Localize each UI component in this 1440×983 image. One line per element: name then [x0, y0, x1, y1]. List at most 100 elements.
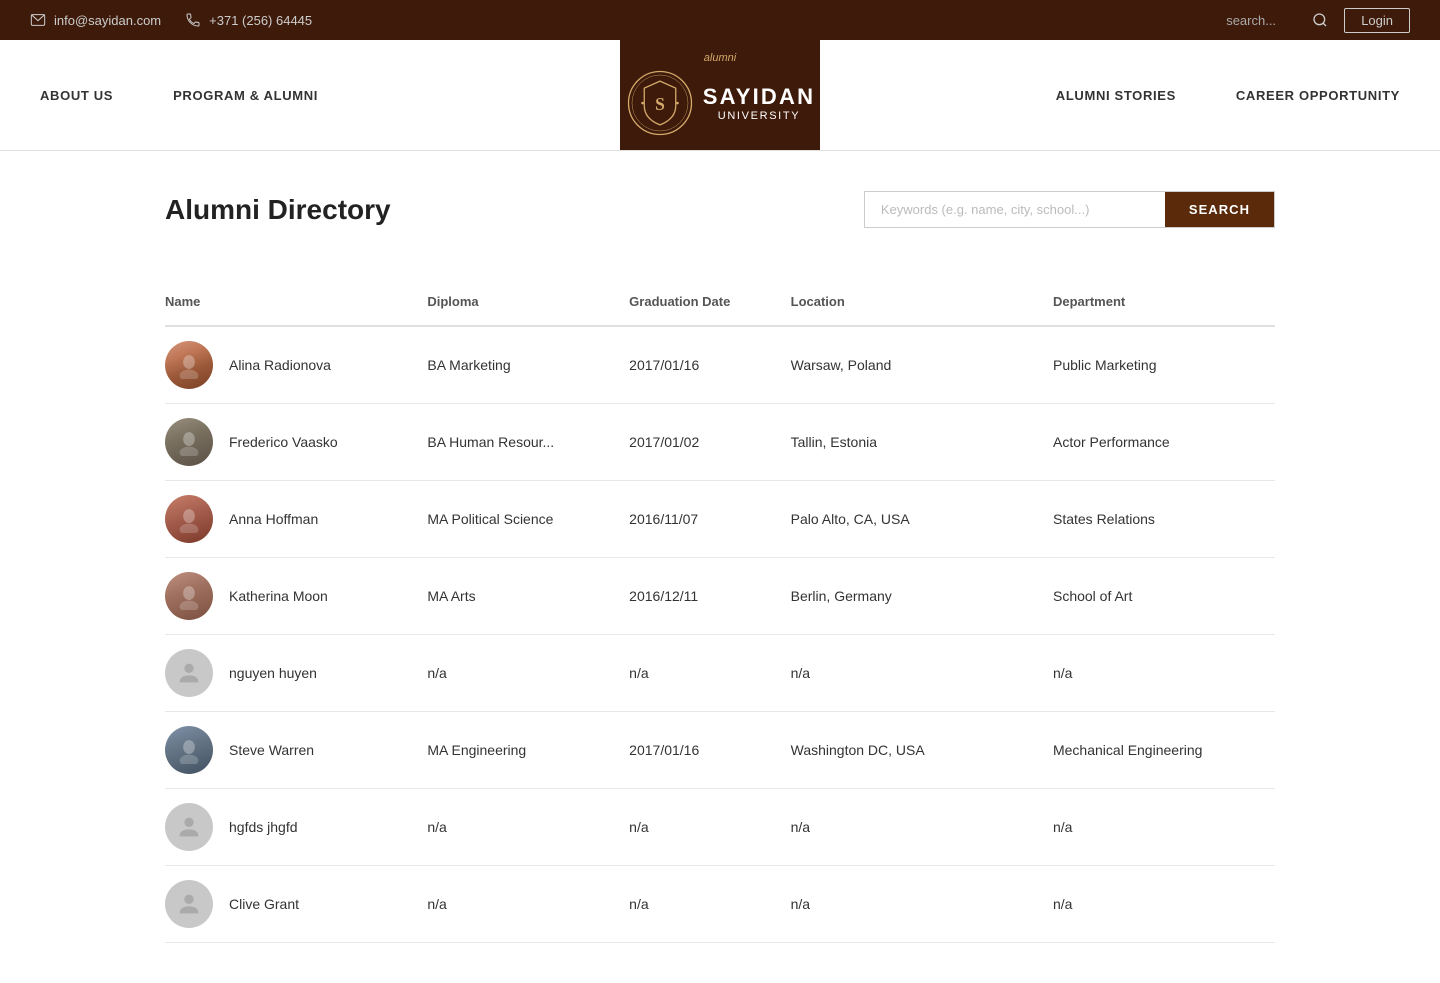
- cell-location: Berlin, Germany: [791, 558, 1053, 635]
- avatar: [165, 572, 213, 620]
- cell-diploma: n/a: [427, 789, 629, 866]
- search-icon: [1312, 12, 1328, 28]
- cell-grad-date: n/a: [629, 789, 790, 866]
- alumni-search-button[interactable]: SEARCH: [1165, 192, 1274, 227]
- cell-diploma: MA Arts: [427, 558, 629, 635]
- topbar-search-input[interactable]: [1226, 13, 1306, 28]
- avatar: [165, 495, 213, 543]
- cell-department: Public Marketing: [1053, 326, 1275, 404]
- table-header: Name Diploma Graduation Date Location De…: [165, 282, 1275, 326]
- table-row[interactable]: hgfds jhgfd n/a n/a n/a n/a: [165, 789, 1275, 866]
- phone-contact[interactable]: +371 (256) 64445: [185, 12, 312, 28]
- table-row[interactable]: nguyen huyen n/a n/a n/a n/a: [165, 635, 1275, 712]
- alumni-name-cell: nguyen huyen: [165, 649, 427, 697]
- avatar: [165, 341, 213, 389]
- avatar-graphic: [175, 582, 203, 610]
- email-text: info@sayidan.com: [54, 13, 161, 28]
- alumni-name-cell: Alina Radionova: [165, 341, 427, 389]
- nav-left: ABOUT US PROGRAM & ALUMNI: [0, 40, 620, 150]
- table-row[interactable]: Clive Grant n/a n/a n/a n/a: [165, 866, 1275, 943]
- search-input-wrapper: SEARCH: [864, 191, 1275, 228]
- alumnus-name: Clive Grant: [229, 896, 299, 912]
- avatar: [165, 726, 213, 774]
- cell-name: Steve Warren: [165, 712, 427, 789]
- table-row[interactable]: Anna Hoffman MA Political Science 2016/1…: [165, 481, 1275, 558]
- email-icon: [30, 12, 46, 28]
- cell-diploma: BA Human Resour...: [427, 404, 629, 481]
- alumnus-name: nguyen huyen: [229, 665, 317, 681]
- table-row[interactable]: Alina Radionova BA Marketing 2017/01/16 …: [165, 326, 1275, 404]
- alumni-tbody: Alina Radionova BA Marketing 2017/01/16 …: [165, 326, 1275, 943]
- cell-location: Warsaw, Poland: [791, 326, 1053, 404]
- topbar-search[interactable]: [1226, 12, 1328, 28]
- cell-grad-date: n/a: [629, 866, 790, 943]
- table-row[interactable]: Steve Warren MA Engineering 2017/01/16 W…: [165, 712, 1275, 789]
- cell-grad-date: 2016/12/11: [629, 558, 790, 635]
- col-header-location: Location: [791, 282, 1053, 326]
- avatar-graphic: [175, 736, 203, 764]
- main-content: Alumni Directory SEARCH Name Diploma Gra…: [145, 191, 1295, 943]
- alumni-name-cell: Anna Hoffman: [165, 495, 427, 543]
- logo[interactable]: alumni S SAYIDAN UNIVERSITY: [620, 40, 820, 150]
- cell-diploma: MA Engineering: [427, 712, 629, 789]
- cell-location: n/a: [791, 866, 1053, 943]
- nav-program-alumni[interactable]: PROGRAM & ALUMNI: [173, 60, 318, 131]
- cell-location: Tallin, Estonia: [791, 404, 1053, 481]
- cell-name: Frederico Vaasko: [165, 404, 427, 481]
- alumnus-name: Alina Radionova: [229, 357, 331, 373]
- cell-name: nguyen huyen: [165, 635, 427, 712]
- col-header-dept: Department: [1053, 282, 1275, 326]
- topbar-right: Login: [1226, 8, 1410, 33]
- table-row[interactable]: Katherina Moon MA Arts 2016/12/11 Berlin…: [165, 558, 1275, 635]
- logo-badge-icon: S: [625, 68, 695, 138]
- phone-icon: [185, 12, 201, 28]
- phone-text: +371 (256) 64445: [209, 13, 312, 28]
- col-header-diploma: Diploma: [427, 282, 629, 326]
- cell-name: Katherina Moon: [165, 558, 427, 635]
- col-header-name: Name: [165, 282, 427, 326]
- table-row[interactable]: Frederico Vaasko BA Human Resour... 2017…: [165, 404, 1275, 481]
- cell-name: Clive Grant: [165, 866, 427, 943]
- cell-grad-date: 2017/01/16: [629, 712, 790, 789]
- avatar: [165, 649, 213, 697]
- cell-grad-date: 2017/01/16: [629, 326, 790, 404]
- cell-grad-date: n/a: [629, 635, 790, 712]
- person-icon: [175, 890, 203, 918]
- email-contact[interactable]: info@sayidan.com: [30, 12, 161, 28]
- cell-department: States Relations: [1053, 481, 1275, 558]
- logo-name: SAYIDAN UNIVERSITY: [703, 84, 815, 122]
- cell-grad-date: 2017/01/02: [629, 404, 790, 481]
- alumni-name-cell: Frederico Vaasko: [165, 418, 427, 466]
- cell-location: Washington DC, USA: [791, 712, 1053, 789]
- page-title: Alumni Directory: [165, 194, 391, 226]
- nav-right: ALUMNI STORIES CAREER OPPORTUNITY: [820, 40, 1440, 150]
- cell-diploma: n/a: [427, 866, 629, 943]
- cell-diploma: MA Political Science: [427, 481, 629, 558]
- svg-text:S: S: [655, 94, 665, 114]
- alumni-search-input[interactable]: [865, 192, 1165, 227]
- cell-department: n/a: [1053, 866, 1275, 943]
- cell-grad-date: 2016/11/07: [629, 481, 790, 558]
- nav-about-us[interactable]: ABOUT US: [40, 60, 113, 131]
- cell-department: n/a: [1053, 789, 1275, 866]
- alumni-search-bar: SEARCH: [864, 191, 1275, 228]
- alumnus-name: Steve Warren: [229, 742, 314, 758]
- cell-diploma: n/a: [427, 635, 629, 712]
- avatar-graphic: [175, 428, 203, 456]
- logo-sayidan: SAYIDAN: [703, 84, 815, 110]
- alumni-name-cell: Katherina Moon: [165, 572, 427, 620]
- nav-alumni-stories[interactable]: ALUMNI STORIES: [1056, 60, 1176, 131]
- table-header-row: Name Diploma Graduation Date Location De…: [165, 282, 1275, 326]
- avatar: [165, 880, 213, 928]
- topbar: info@sayidan.com +371 (256) 64445 Login: [0, 0, 1440, 40]
- cell-name: Anna Hoffman: [165, 481, 427, 558]
- cell-name: hgfds jhgfd: [165, 789, 427, 866]
- topbar-left: info@sayidan.com +371 (256) 64445: [30, 12, 312, 28]
- nav-career-opportunity[interactable]: CAREER OPPORTUNITY: [1236, 60, 1400, 131]
- cell-name: Alina Radionova: [165, 326, 427, 404]
- alumni-name-cell: Clive Grant: [165, 880, 427, 928]
- logo-alumni-text: alumni: [704, 52, 736, 64]
- logo-university: UNIVERSITY: [718, 110, 801, 122]
- login-button[interactable]: Login: [1344, 8, 1410, 33]
- cell-department: Actor Performance: [1053, 404, 1275, 481]
